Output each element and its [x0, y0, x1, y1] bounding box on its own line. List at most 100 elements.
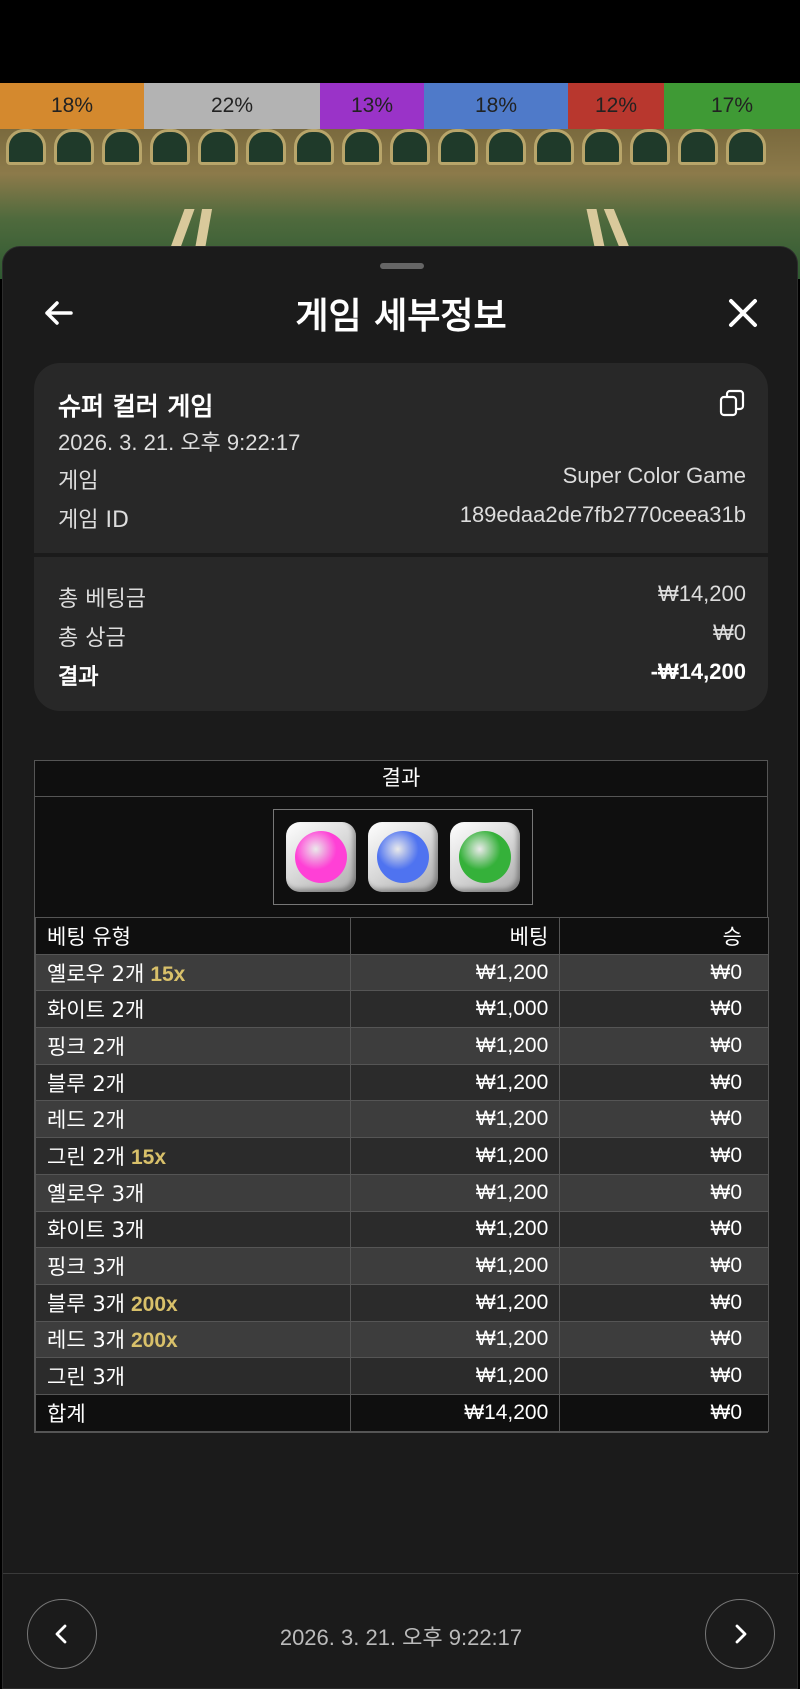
win-amount-cell: ₩0 [559, 1063, 769, 1102]
bet-type-label: 핑크 2개 [47, 1034, 125, 1059]
bet-type-label: 화이트 3개 [47, 1218, 145, 1243]
percentage-segment: 13% [320, 83, 424, 129]
table-row: 블루 2개 ₩1,200 ₩0 [35, 1063, 769, 1102]
bet-type-cell: 그린 2개 15x [35, 1137, 351, 1175]
win-amount-cell: ₩0 [559, 990, 769, 1029]
total-win: ₩0 [559, 1393, 769, 1432]
summary-card: 슈퍼 컬러 게임 2026. 3. 21. 오후 9:22:17 게임 Supe… [34, 363, 768, 711]
bet-type-label: 그린 2개 [47, 1144, 125, 1169]
bet-amount-cell: ₩1,200 [349, 953, 561, 992]
pink-ball [295, 831, 347, 883]
total-bet-label: 총 베팅금 [58, 587, 146, 612]
total-bet-value: ₩14,200 [657, 581, 746, 606]
column-header-win: 승 [559, 917, 769, 955]
drag-handle[interactable] [380, 263, 424, 269]
bet-amount-cell: ₩1,200 [349, 1173, 561, 1212]
bet-type-cell: 블루 3개 200x [35, 1283, 351, 1322]
win-amount-cell: ₩0 [559, 1283, 769, 1322]
table-row: 핑크 2개 ₩1,200 ₩0 [35, 1027, 769, 1065]
bet-amount-cell: ₩1,200 [349, 1100, 561, 1139]
bet-type-label: 블루 2개 [47, 1071, 125, 1096]
stage-arch [486, 129, 526, 165]
game-date: 2026. 3. 21. 오후 9:22:17 [58, 430, 301, 455]
game-details-sheet: 게임 세부정보 슈퍼 컬러 게임 2026. 3. 21. 오후 9:22:17… [2, 246, 799, 1689]
bets-table: 베팅 유형 베팅 승 옐로우 2개 15x ₩1,200 ₩0 화이트 2개 ₩1,000… [35, 917, 769, 1432]
bet-type-label: 레드 3개 [47, 1328, 125, 1353]
win-amount-cell: ₩0 [559, 1173, 769, 1212]
bet-amount-cell: ₩1,200 [349, 1063, 561, 1102]
win-amount-cell: ₩0 [559, 1027, 769, 1065]
multiplier-label: 200x [131, 1292, 178, 1316]
total-prize-value: ₩0 [713, 620, 746, 645]
bet-type-label: 옐로우 2개 [47, 961, 145, 986]
table-row: 그린 3개 ₩1,200 ₩0 [35, 1357, 769, 1395]
column-header-bet-type: 베팅 유형 [35, 917, 351, 955]
green-ball [459, 831, 511, 883]
bet-amount-cell: ₩1,200 [349, 1247, 561, 1285]
multiplier-label: 200x [131, 1329, 178, 1353]
divider [34, 553, 768, 557]
next-round-button[interactable] [705, 1599, 775, 1669]
table-row: 그린 2개 15x ₩1,200 ₩0 [35, 1137, 769, 1175]
ball-cube [368, 822, 438, 892]
bet-type-cell: 핑크 3개 [35, 1247, 351, 1285]
footer-divider [3, 1573, 799, 1574]
total-row: 합계 ₩14,200 ₩0 [35, 1393, 769, 1432]
win-amount-cell: ₩0 [559, 953, 769, 992]
page-title: 게임 세부정보 [295, 296, 507, 337]
bet-type-cell: 옐로우 2개 15x [35, 953, 351, 992]
bet-type-cell: 그린 3개 [35, 1357, 351, 1395]
bet-type-cell: 화이트 2개 [35, 990, 351, 1029]
bet-type-label: 블루 3개 [47, 1291, 125, 1316]
percentage-segment: 18% [0, 83, 144, 129]
bet-type-label: 핑크 3개 [47, 1255, 125, 1280]
stage-arch [102, 129, 142, 165]
win-amount-cell: ₩0 [559, 1210, 769, 1249]
bet-type-cell: 옐로우 3개 [35, 1173, 351, 1212]
bet-type-label: 레드 2개 [47, 1108, 125, 1133]
percentage-segment: 18% [424, 83, 568, 129]
game-label: 게임 [58, 469, 99, 494]
copy-icon[interactable] [719, 389, 745, 417]
result-label: 결과 [58, 665, 99, 690]
percentage-segment: 17% [664, 83, 800, 129]
bet-amount-cell: ₩1,200 [349, 1320, 561, 1359]
stage-arch [54, 129, 94, 165]
win-amount-cell: ₩0 [559, 1137, 769, 1175]
total-prize-label: 총 상금 [58, 626, 126, 651]
game-id-label: 게임 ID [58, 508, 129, 533]
result-section: 결과 베팅 유형 베팅 승 옐로우 2개 15x ₩1,200 ₩0 화이트 2개 ₩1,… [34, 760, 769, 1433]
game-id-value[interactable]: 189edaa2de7fb2770ceea31b [460, 502, 746, 528]
ball-cube [286, 822, 356, 892]
bet-type-cell: 레드 3개 200x [35, 1320, 351, 1359]
game-value: Super Color Game [562, 463, 746, 488]
result-section-title: 결과 [35, 761, 767, 797]
table-row: 블루 3개 200x ₩1,200 ₩0 [35, 1283, 769, 1322]
stage-arch [390, 129, 430, 165]
stage-arch [630, 129, 670, 165]
bet-amount-cell: ₩1,200 [349, 1027, 561, 1065]
stage-arch [534, 129, 574, 165]
status-area [0, 0, 800, 83]
win-amount-cell: ₩0 [559, 1320, 769, 1359]
bet-type-cell: 블루 2개 [35, 1063, 351, 1102]
table-row: 레드 2개 ₩1,200 ₩0 [35, 1100, 769, 1139]
chevron-right-icon [735, 1624, 747, 1644]
win-amount-cell: ₩0 [559, 1247, 769, 1285]
total-bet: ₩14,200 [349, 1393, 561, 1432]
table-row: 핑크 3개 ₩1,200 ₩0 [35, 1247, 769, 1285]
game-name: 슈퍼 컬러 게임 [58, 392, 214, 421]
stage-arch [150, 129, 190, 165]
stage-arch [246, 129, 286, 165]
table-row: 레드 3개 200x ₩1,200 ₩0 [35, 1320, 769, 1359]
percentage-segment: 12% [568, 83, 664, 129]
bet-amount-cell: ₩1,200 [349, 1210, 561, 1249]
bet-amount-cell: ₩1,200 [349, 1137, 561, 1175]
bet-amount-cell: ₩1,200 [349, 1357, 561, 1395]
footer-date: 2026. 3. 21. 오후 9:22:17 [279, 1625, 523, 1650]
stage-arch [198, 129, 238, 165]
table-row: 옐로우 2개 15x ₩1,200 ₩0 [35, 953, 769, 992]
multiplier-label: 15x [150, 962, 186, 986]
bet-type-label: 그린 3개 [47, 1365, 125, 1390]
close-icon[interactable] [723, 293, 763, 333]
